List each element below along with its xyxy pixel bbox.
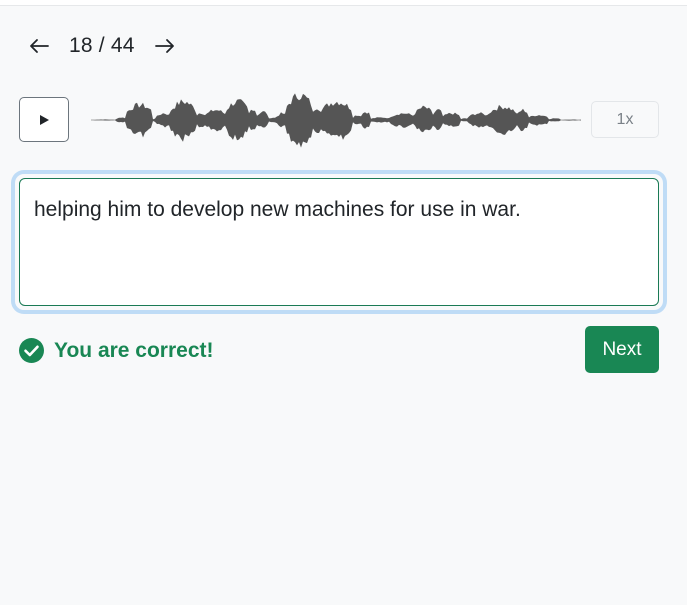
item-counter: 18 / 44 xyxy=(69,34,135,57)
playback-speed-button[interactable]: 1x xyxy=(591,101,659,138)
feedback-text: You are correct! xyxy=(54,338,214,362)
audio-player: 1x xyxy=(19,88,659,148)
next-arrow-icon[interactable] xyxy=(153,34,177,58)
answer-textarea[interactable]: helping him to develop new machines for … xyxy=(19,178,659,306)
answer-focus-ring: helping him to develop new machines for … xyxy=(15,174,663,310)
waveform-shape xyxy=(91,93,581,148)
check-circle-icon xyxy=(19,338,44,363)
play-icon xyxy=(40,114,49,125)
previous-arrow-icon[interactable] xyxy=(27,34,51,58)
top-border xyxy=(0,0,687,6)
play-button[interactable] xyxy=(19,97,69,142)
audio-waveform[interactable] xyxy=(91,88,581,158)
next-button[interactable]: Next xyxy=(585,326,659,373)
item-pager: 18 / 44 xyxy=(27,30,177,62)
feedback-message: You are correct! xyxy=(19,338,214,363)
